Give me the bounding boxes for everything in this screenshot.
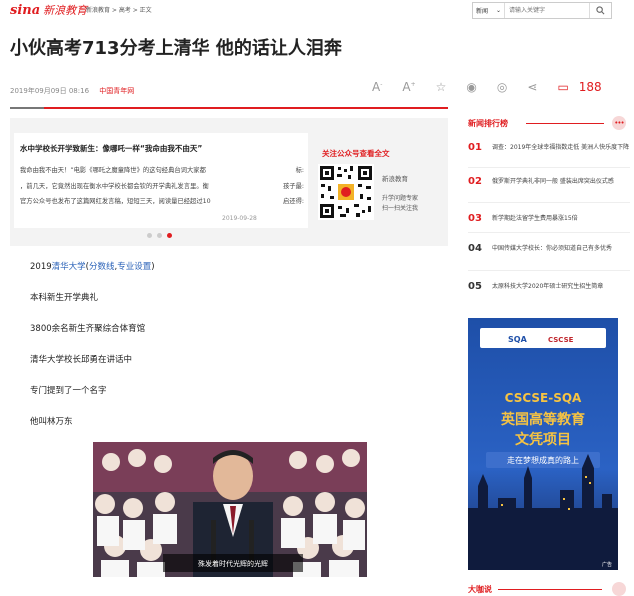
sina-edu-logo[interactable]: sina 新浪教育 (10, 2, 87, 18)
rank-number: 05 (468, 281, 482, 292)
article-paragraph: 他叫林万东 (30, 417, 73, 427)
qr-desc-line: 扫一扫关注我 (382, 205, 419, 212)
article-paragraph: 清华大学校长邱勇在讲话中 (30, 355, 133, 365)
rank-number: 04 (468, 243, 482, 254)
ranking-item[interactable]: 05 太原科技大学2020年硕士研究生招生简章 (468, 281, 630, 292)
search-icon (596, 6, 605, 15)
carousel-dot-active[interactable] (167, 233, 172, 238)
article-title: 小伙高考713分考上清华 他的话让人泪奔 (10, 38, 342, 59)
ranking-title-rule (526, 123, 604, 124)
article-source[interactable]: 中国青年网 (99, 87, 134, 95)
more-icon[interactable]: ••• (612, 116, 626, 130)
ranking-separator (468, 167, 630, 168)
ad-banner[interactable]: SQA CSCSE CSCSE-SQA 英国高等教育 文凭项目 走在梦想成真的路… (468, 318, 618, 570)
recommend-side: 孩子最: (282, 182, 304, 190)
ranking-separator (468, 232, 630, 233)
weibo-icon[interactable]: ◉ (466, 80, 476, 94)
rank-title[interactable]: 中国传媒大学校长：你必须知道自己有多优秀 (492, 244, 630, 254)
search-button[interactable] (589, 3, 611, 18)
search-category-select[interactable]: 新闻 ⌄ (473, 3, 505, 18)
sidebar-section-rule (498, 589, 602, 590)
score-line-link[interactable]: 分数线 (89, 262, 115, 272)
article-toolbar: A- A+ ☆ ◉ ◎ ⋖ ▭ 188 (372, 80, 602, 94)
ad-corner-label: 广告 (602, 561, 612, 568)
search-bar: 新闻 ⌄ (472, 2, 612, 19)
carousel-dot[interactable] (157, 233, 162, 238)
article-divider (10, 107, 448, 109)
qr-code (318, 164, 374, 220)
rank-number: 03 (468, 213, 482, 224)
rank-number: 01 (468, 142, 482, 153)
comment-icon[interactable]: ▭ (557, 80, 568, 94)
share-icon[interactable]: ⋖ (527, 80, 537, 94)
ranking-item[interactable]: 02 俄罗斯开学典礼非同一般 盛装出席突出仪式感 (468, 176, 630, 187)
breadcrumb[interactable]: 新浪教育 > 高考 > 正文 (86, 5, 152, 14)
ad-brand-sqa: SQA (508, 335, 528, 344)
recommend-text: 我命由我不由天！”电影《哪吒之魔童降世》的这句经典台词大家都 标: ，前几天，它竟… (20, 163, 304, 210)
article-divider-accent (10, 107, 44, 109)
recommend-side: 启还得: (282, 198, 304, 205)
rank-number: 02 (468, 176, 482, 187)
photo-caption: 殊发着时代光辉的光辉 (198, 559, 268, 568)
ranking-separator (468, 202, 630, 203)
carousel-dot[interactable] (147, 233, 152, 238)
qr-desc-line: 升学问题专家 (382, 195, 419, 202)
ad-tagline: 走在梦想成真的路上 (507, 455, 579, 465)
font-increase-icon[interactable]: A+ (402, 80, 415, 94)
wechat-icon[interactable]: ◎ (497, 80, 507, 94)
ranking-item[interactable]: 03 新学期赴法留学生费用暴涨15倍 (468, 213, 630, 224)
recommend-line: ，前几天，它竟然出现在衡水中学校长都会钦的开学典礼发言里。衡 (20, 182, 209, 190)
carousel-dots (147, 233, 172, 238)
ad-subtitle-1: 英国高等教育 (500, 411, 585, 428)
paren-close: ) (151, 262, 155, 272)
qr-account-name: 新浪教育 (382, 175, 408, 183)
recommend-line: 我命由我不由天！”电影《哪吒之魔童降世》的这句经典台词大家都 (20, 167, 206, 174)
ad-subtitle-2: 文凭项目 (515, 431, 571, 448)
school-link[interactable]: 清华大学 (52, 262, 86, 272)
article-date: 2019年09月09日 08:16 (10, 87, 90, 95)
logo-sina: sina (10, 3, 41, 18)
qr-title: 关注公众号查看全文 (322, 149, 390, 158)
ranking-title[interactable]: 新闻排行榜 (468, 118, 508, 129)
ranking-separator (468, 270, 630, 271)
major-link[interactable]: 专业设置 (117, 262, 151, 272)
recommend-side: 标: (295, 167, 304, 174)
logo-edu: 新浪教育 (43, 4, 88, 17)
paragraph-text: 2019 (30, 262, 52, 272)
comment-count[interactable]: 188 (579, 80, 602, 94)
rank-title[interactable]: 新学期赴法留学生费用暴涨15倍 (492, 214, 630, 224)
font-decrease-icon[interactable]: A- (372, 80, 382, 94)
search-category-value: 新闻 (476, 8, 489, 15)
qr-description: 升学问题专家 扫一扫关注我 (382, 194, 418, 214)
article-paragraph-1: 2019清华大学(分数线,专业设置) (30, 260, 155, 272)
rank-title[interactable]: 调查：2019年全球幸福指数走低 美洲人快乐度下降 (492, 143, 630, 153)
recommend-title[interactable]: 水中学校长开学致新生：像哪吒一样“我命由我不由天” (20, 143, 202, 154)
ranking-item[interactable]: 04 中国传媒大学校长：你必须知道自己有多优秀 (468, 243, 630, 254)
search-input[interactable] (505, 3, 589, 18)
ad-brand-cscse: CSCSE (548, 336, 574, 344)
recommend-line: 官方公众号也发布了这篇网红发言稿，短短三天，阅读量已经超过10 (20, 198, 211, 205)
sidebar-section-title[interactable]: 大咖说 (468, 584, 492, 595)
rank-title[interactable]: 俄罗斯开学典礼非同一般 盛装出席突出仪式感 (492, 177, 630, 187)
more-icon[interactable] (612, 582, 626, 596)
article-paragraph: 专门提到了一个名字 (30, 386, 107, 396)
star-icon[interactable]: ☆ (436, 80, 447, 94)
article-photo: 殊发着时代光辉的光辉 (93, 442, 367, 577)
article-paragraph: 本科新生开学典礼 (30, 293, 99, 303)
article-meta: 2019年09月09日 08:16 中国青年网 (10, 86, 134, 96)
ad-headline: CSCSE-SQA (505, 391, 582, 405)
chevron-down-icon: ⌄ (495, 7, 501, 14)
ranking-item[interactable]: 01 调查：2019年全球幸福指数走低 美洲人快乐度下降 (468, 142, 630, 153)
rank-title[interactable]: 太原科技大学2020年硕士研究生招生简章 (492, 282, 630, 292)
recommend-date: 2019-09-28 (222, 215, 257, 222)
article-paragraph: 3800余名新生齐聚综合体育馆 (30, 324, 146, 334)
